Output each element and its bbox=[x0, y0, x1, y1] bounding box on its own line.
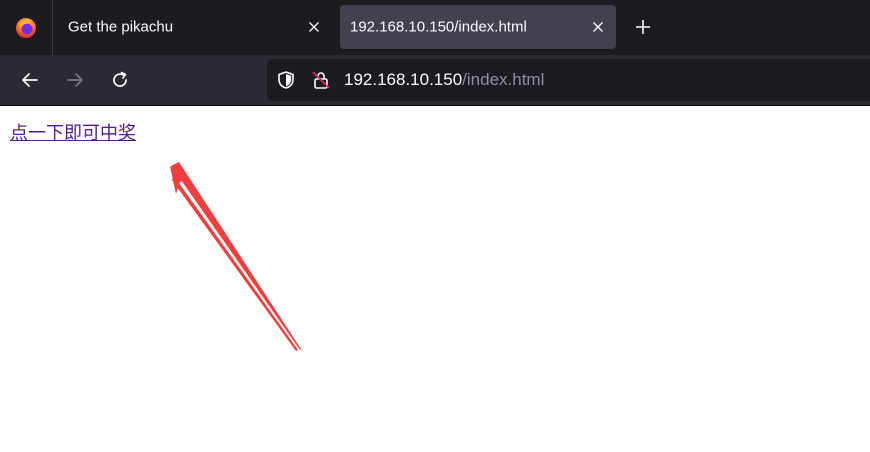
url-text[interactable]: 192.168.10.150/index.html bbox=[344, 70, 544, 90]
tab-index-html[interactable]: 192.168.10.150/index.html bbox=[340, 5, 616, 49]
new-tab-button[interactable] bbox=[628, 12, 658, 42]
arrow-left-icon bbox=[22, 73, 38, 87]
back-button[interactable] bbox=[15, 65, 45, 95]
browser-window: Get the pikachu 192.168.10.150/index.htm… bbox=[0, 0, 870, 452]
tab-separator bbox=[52, 0, 53, 55]
tab-title: 192.168.10.150/index.html bbox=[350, 18, 527, 36]
tab-close-icon[interactable] bbox=[306, 19, 322, 35]
arrow-right-icon bbox=[67, 73, 83, 87]
firefox-menu-button[interactable] bbox=[0, 0, 52, 55]
page-content: 点一下即可中奖 bbox=[0, 106, 870, 452]
reload-button[interactable] bbox=[105, 65, 135, 95]
tab-strip: Get the pikachu 192.168.10.150/index.htm… bbox=[0, 0, 870, 55]
forward-button[interactable] bbox=[60, 65, 90, 95]
prize-link[interactable]: 点一下即可中奖 bbox=[10, 119, 136, 145]
tracking-protection-shield-icon[interactable] bbox=[276, 70, 296, 90]
annotation-arrow-icon bbox=[170, 162, 301, 351]
tab-title: Get the pikachu bbox=[68, 18, 174, 36]
reload-icon bbox=[113, 71, 127, 87]
tab-close-icon[interactable] bbox=[590, 19, 606, 35]
url-bar[interactable]: 192.168.10.150/index.html bbox=[267, 59, 870, 101]
navigation-toolbar: 192.168.10.150/index.html bbox=[0, 55, 870, 105]
url-path: /index.html bbox=[462, 70, 545, 89]
firefox-logo-icon bbox=[16, 17, 36, 38]
url-host: 192.168.10.150 bbox=[344, 70, 463, 89]
insecure-lock-icon[interactable] bbox=[310, 69, 332, 91]
tab-get-the-pikachu[interactable]: Get the pikachu bbox=[56, 5, 334, 49]
plus-icon bbox=[636, 20, 650, 34]
